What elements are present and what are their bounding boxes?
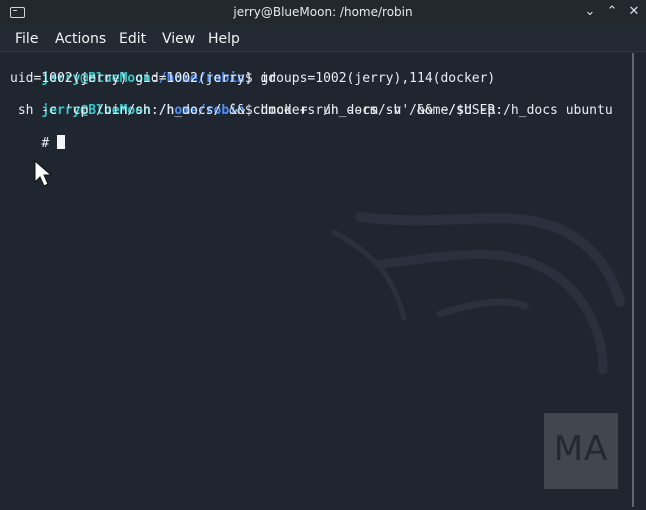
title-bar: jerry@BlueMoon: /home/robin ⌄ ⌃ ✕ — [0, 0, 646, 26]
vertical-scrollbar[interactable] — [632, 53, 634, 507]
maximize-button[interactable]: ⌃ — [604, 4, 620, 20]
close-button[interactable]: ✕ — [626, 4, 642, 20]
mouse-pointer-icon — [34, 160, 52, 187]
root-prompt: # — [41, 136, 57, 151]
menu-actions[interactable]: Actions — [55, 31, 106, 47]
menu-view[interactable]: View — [162, 31, 195, 47]
kali-dragon-background — [331, 212, 625, 375]
watermark: MA — [544, 413, 618, 489]
menu-help[interactable]: Help — [208, 31, 240, 47]
minimize-button[interactable]: ⌄ — [582, 4, 598, 20]
terminal-line-2: uid=1002(jerry) gid=1002(jerry) groups=1… — [10, 71, 496, 86]
menu-bar: File Actions Edit View Help — [0, 26, 646, 52]
window-title: jerry@BlueMoon: /home/robin — [233, 5, 413, 19]
menu-file[interactable]: File — [15, 31, 38, 47]
terminal-cursor — [56, 135, 65, 149]
terminal-line-4: sh -c 'cp /bin/sh /h_docs/ && chmod +s /… — [10, 103, 496, 118]
watermark-text: MA — [553, 429, 609, 469]
menu-edit[interactable]: Edit — [119, 31, 146, 47]
